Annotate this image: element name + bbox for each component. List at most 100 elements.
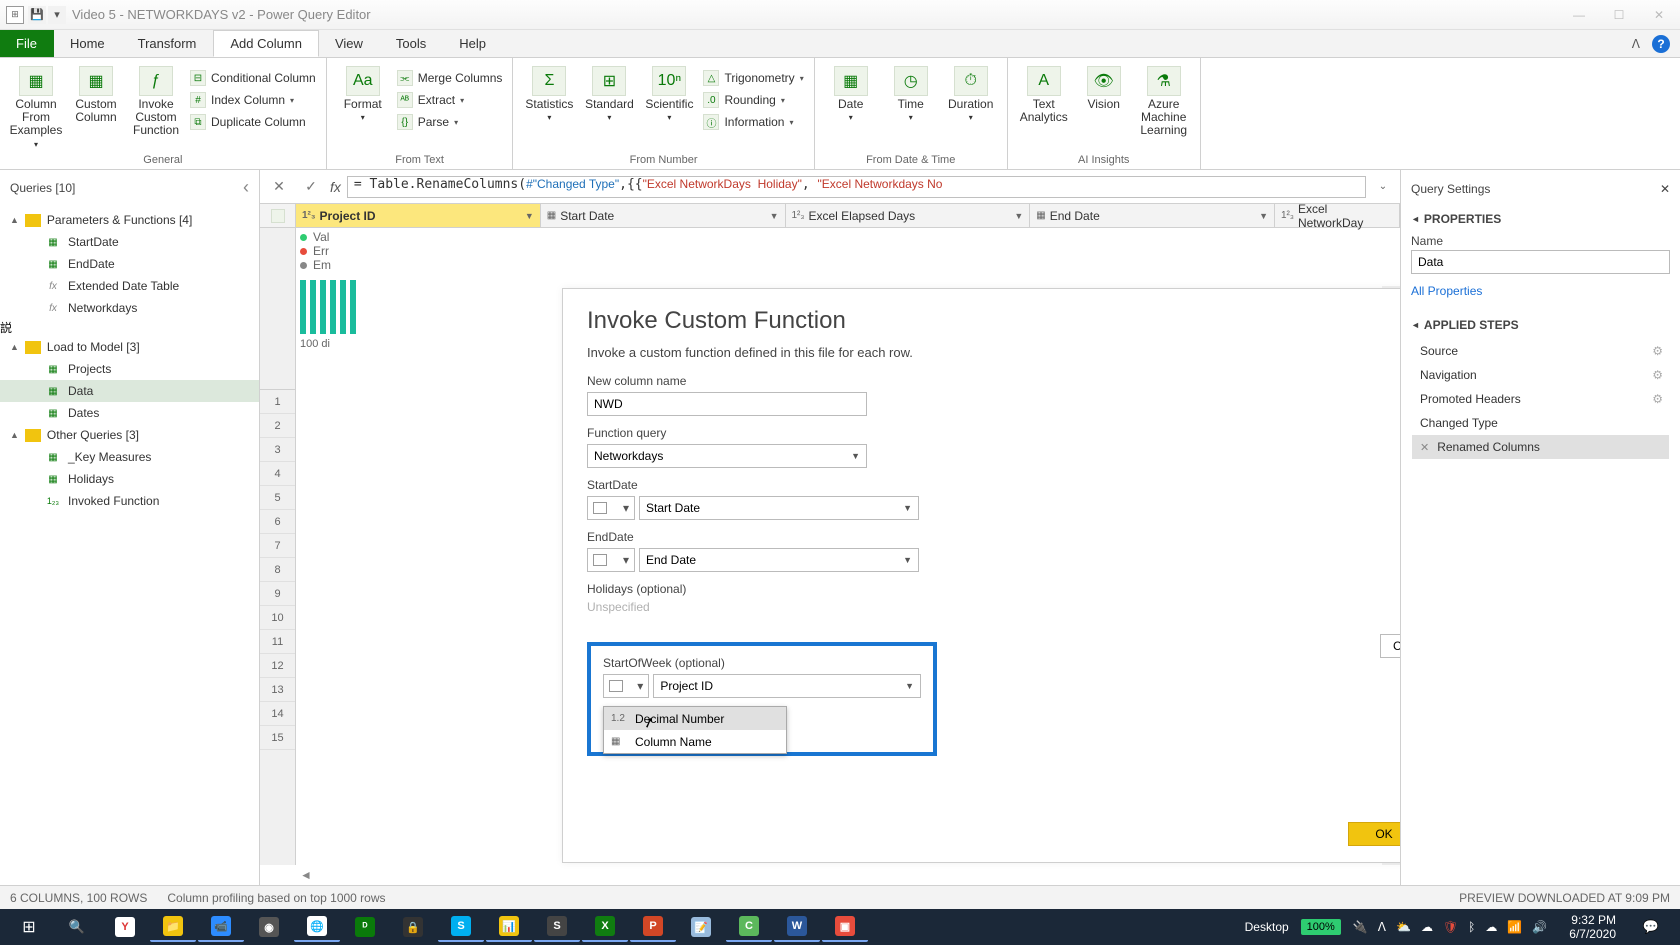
row-header-corner[interactable] — [260, 204, 296, 227]
minimize-button[interactable]: — — [1564, 8, 1594, 22]
save-icon[interactable]: 💾 — [28, 6, 46, 24]
taskbar-media[interactable]: ◉ — [246, 912, 292, 942]
vision-button[interactable]: 👁Vision — [1074, 62, 1134, 151]
taskbar-zoom[interactable]: 📹 — [198, 912, 244, 942]
folder-other-queries[interactable]: ▲Other Queries [3] — [0, 424, 259, 446]
column-from-examples-button[interactable]: ▦Column From Examples▾ — [6, 62, 66, 151]
cancel-formula-button[interactable]: ✕ — [266, 176, 292, 198]
folder-load-to-model[interactable]: ▲Load to Model [3] — [0, 336, 259, 358]
query-invoked-function[interactable]: 1₂₃Invoked Function — [0, 490, 259, 512]
statistics-button[interactable]: ΣStatistics▾ — [519, 62, 579, 151]
tab-home[interactable]: Home — [54, 30, 122, 57]
format-button[interactable]: AaFormat▾ — [333, 62, 393, 151]
tab-transform[interactable]: Transform — [122, 30, 214, 57]
battery-indicator[interactable]: 100% — [1301, 919, 1341, 935]
taskbar-dragon[interactable]: ᴰ — [342, 912, 388, 942]
close-button[interactable]: ✕ — [1644, 8, 1674, 22]
tray-shield-icon[interactable]: 🛡 — [1443, 920, 1458, 934]
column-excel-elapsed[interactable]: 1²₃Excel Elapsed Days▼ — [786, 204, 1031, 227]
invoke-custom-function-button[interactable]: ƒInvoke Custom Function — [126, 62, 186, 151]
enddate-column-select[interactable]: End Date▼ — [639, 548, 919, 572]
taskbar-excel[interactable]: X — [582, 912, 628, 942]
enddate-type-select[interactable]: ▾ — [587, 548, 635, 572]
azure-ml-button[interactable]: ⚗Azure Machine Learning — [1134, 62, 1194, 151]
step-source[interactable]: Source⚙ — [1412, 339, 1669, 363]
expand-formula-icon[interactable]: ⌄ — [1372, 181, 1394, 192]
fx-icon[interactable]: fx — [330, 179, 341, 195]
close-settings-button[interactable]: ✕ — [1660, 182, 1670, 196]
date-button[interactable]: ▦Date▾ — [821, 62, 881, 151]
collapse-ribbon-icon[interactable]: ᐱ — [1632, 37, 1640, 51]
merge-columns-button[interactable]: ⫘Merge Columns — [393, 68, 507, 88]
query-projects[interactable]: ▦Projects — [0, 358, 259, 380]
information-button[interactable]: ⓘInformation▾ — [699, 112, 807, 132]
accept-formula-button[interactable]: ✓ — [298, 176, 324, 198]
conditional-column-button[interactable]: ⊟Conditional Column — [186, 68, 320, 88]
taskbar-powerbi[interactable]: 📊 — [486, 912, 532, 942]
scroll-left-button[interactable]: ◄ — [300, 868, 312, 882]
standard-button[interactable]: ⊞Standard▾ — [579, 62, 639, 151]
function-query-select[interactable]: Networkdays▼ — [587, 444, 867, 468]
query-data[interactable]: ▦Data — [0, 380, 259, 402]
column-project-id[interactable]: 1²₃Project ID▼ — [296, 204, 541, 227]
tray-plug-icon[interactable]: 🔌 — [1353, 920, 1368, 934]
search-button[interactable]: 🔍 — [54, 912, 100, 942]
chevron-down-icon[interactable]: ▼ — [770, 211, 779, 221]
maximize-button[interactable]: ☐ — [1604, 8, 1634, 22]
step-changed-type[interactable]: Changed Type — [1412, 411, 1669, 435]
time-button[interactable]: ◷Time▾ — [881, 62, 941, 151]
ok-button[interactable]: OK — [1348, 822, 1400, 846]
tray-wifi-icon[interactable]: 📶 — [1507, 920, 1522, 934]
taskbar-powerpoint[interactable]: P — [630, 912, 676, 942]
duration-button[interactable]: ⏱Duration▾ — [941, 62, 1001, 151]
gear-icon[interactable]: ⚙ — [1652, 392, 1663, 406]
query-dates[interactable]: ▦Dates — [0, 402, 259, 424]
index-column-button[interactable]: #Index Column▾ — [186, 90, 320, 110]
query-extended-date[interactable]: fxExtended Date Table — [0, 275, 259, 297]
taskbar-yandex[interactable]: Y — [102, 912, 148, 942]
system-tray[interactable]: 🔌 ᐱ ⛅ ☁ 🛡 ᛒ ☁ 📶 🔊 — [1343, 920, 1557, 934]
taskbar-chrome[interactable]: 🌐 — [294, 912, 340, 942]
qat-dropdown-icon[interactable]: ▾ — [48, 6, 66, 24]
rounding-button[interactable]: .0Rounding▾ — [699, 90, 807, 110]
column-end-date[interactable]: ▦End Date▼ — [1030, 204, 1275, 227]
new-column-name-input[interactable] — [587, 392, 867, 416]
choose-column-button[interactable]: Choose Column... — [1380, 634, 1400, 658]
query-holidays[interactable]: ▦Holidays — [0, 468, 259, 490]
folder-parameters[interactable]: ▲Parameters & Functions [4] — [0, 209, 259, 231]
show-desktop-label[interactable]: Desktop — [1235, 920, 1299, 934]
extract-button[interactable]: ᴬᴮExtract▾ — [393, 90, 507, 110]
query-networkdays[interactable]: fxNetworkdays — [0, 297, 259, 319]
taskbar-explorer[interactable]: 📁 — [150, 912, 196, 942]
taskbar-notepad[interactable]: 📝 — [678, 912, 724, 942]
text-analytics-button[interactable]: AText Analytics — [1014, 62, 1074, 151]
chevron-down-icon[interactable]: ▼ — [525, 211, 534, 221]
tab-tools[interactable]: Tools — [380, 30, 443, 57]
startdate-type-select[interactable]: ▾ — [587, 496, 635, 520]
startofweek-type-select[interactable]: ▾ — [603, 674, 649, 698]
notifications-button[interactable]: 💬 — [1628, 912, 1674, 942]
tray-onedrive-icon[interactable]: ☁ — [1485, 920, 1497, 934]
step-renamed-columns[interactable]: ✕Renamed Columns — [1412, 435, 1669, 459]
start-button[interactable]: ⊞ — [6, 912, 52, 942]
custom-column-button[interactable]: ▦Custom Column — [66, 62, 126, 151]
taskbar-app[interactable]: ▣ — [822, 912, 868, 942]
tray-volume-icon[interactable]: 🔊 — [1532, 920, 1547, 934]
tray-cloud-icon[interactable]: ☁ — [1421, 920, 1433, 934]
duplicate-column-button[interactable]: ⧉Duplicate Column — [186, 112, 320, 132]
tab-help[interactable]: Help — [443, 30, 503, 57]
column-excel-networkday[interactable]: 1²₃Excel NetworkDay — [1275, 204, 1400, 227]
taskbar-lock[interactable]: 🔒 — [390, 912, 436, 942]
query-key-measures[interactable]: ▦_Key Measures — [0, 446, 259, 468]
scientific-button[interactable]: 10ⁿScientific▾ — [639, 62, 699, 151]
taskbar-camtasia[interactable]: C — [726, 912, 772, 942]
query-startdate[interactable]: ▦StartDate — [0, 231, 259, 253]
query-enddate[interactable]: ▦EndDate — [0, 253, 259, 275]
gear-icon[interactable]: ⚙ — [1652, 344, 1663, 358]
step-promoted-headers[interactable]: Promoted Headers⚙ — [1412, 387, 1669, 411]
type-option-column[interactable]: ▦Column Name — [604, 730, 786, 753]
tab-add-column[interactable]: Add Column — [213, 30, 319, 57]
tab-file[interactable]: File — [0, 30, 54, 57]
tray-weather-icon[interactable]: ⛅ — [1396, 920, 1411, 934]
column-start-date[interactable]: ▦Start Date▼ — [541, 204, 786, 227]
